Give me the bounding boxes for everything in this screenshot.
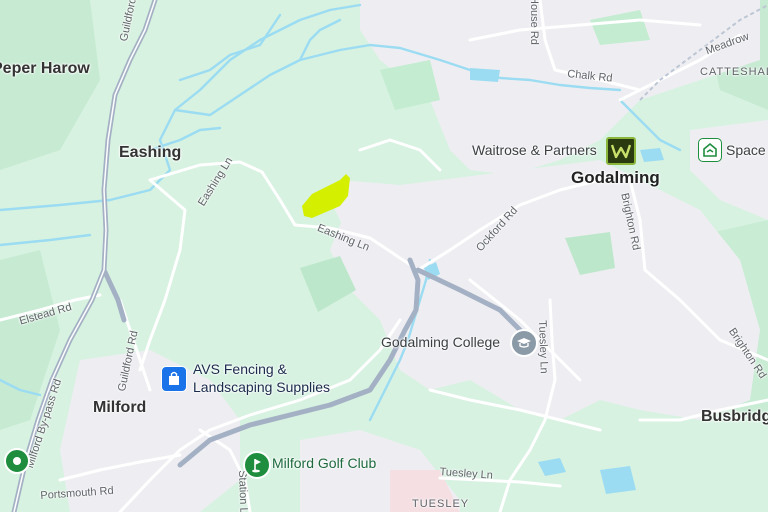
poi-avs-label-line2[interactable]: Landscaping Supplies <box>193 379 330 395</box>
place-tuesley: TUESLEY <box>412 498 470 510</box>
map-base-layer <box>0 0 768 512</box>
place-eashing: Eashing <box>119 144 182 161</box>
golf-icon[interactable] <box>243 451 271 479</box>
place-peper-harow: Peper Harow <box>0 60 90 77</box>
location-marker-icon[interactable] <box>4 448 30 474</box>
poi-waitrose-label[interactable]: Waitrose & Partners <box>472 142 597 158</box>
place-busbridge: Busbridge <box>701 408 768 425</box>
marker-dot <box>13 457 21 465</box>
place-catteshall: CATTESHALL <box>700 66 768 78</box>
map-canvas[interactable]: Peper Harow Eashing Milford Godalming Bu… <box>0 0 768 512</box>
poi-space-label[interactable]: Space <box>726 142 766 158</box>
road-house-rd: House Rd <box>528 0 540 45</box>
shopping-bag-icon[interactable] <box>161 366 187 392</box>
graduation-cap-icon[interactable] <box>510 329 538 357</box>
poi-milford-golf-label[interactable]: Milford Golf Club <box>272 455 376 471</box>
road-station-ln: Station Ln <box>236 470 250 512</box>
waitrose-w-icon[interactable] <box>606 137 636 165</box>
place-godalming: Godalming <box>571 168 660 187</box>
place-milford: Milford <box>93 399 147 416</box>
storage-icon[interactable] <box>698 138 722 162</box>
poi-avs-label-line1[interactable]: AVS Fencing & <box>193 361 287 377</box>
poi-godalming-college-label[interactable]: Godalming College <box>381 334 500 350</box>
road-tuesley-ln-vertical: Tuesley Ln <box>536 320 550 374</box>
